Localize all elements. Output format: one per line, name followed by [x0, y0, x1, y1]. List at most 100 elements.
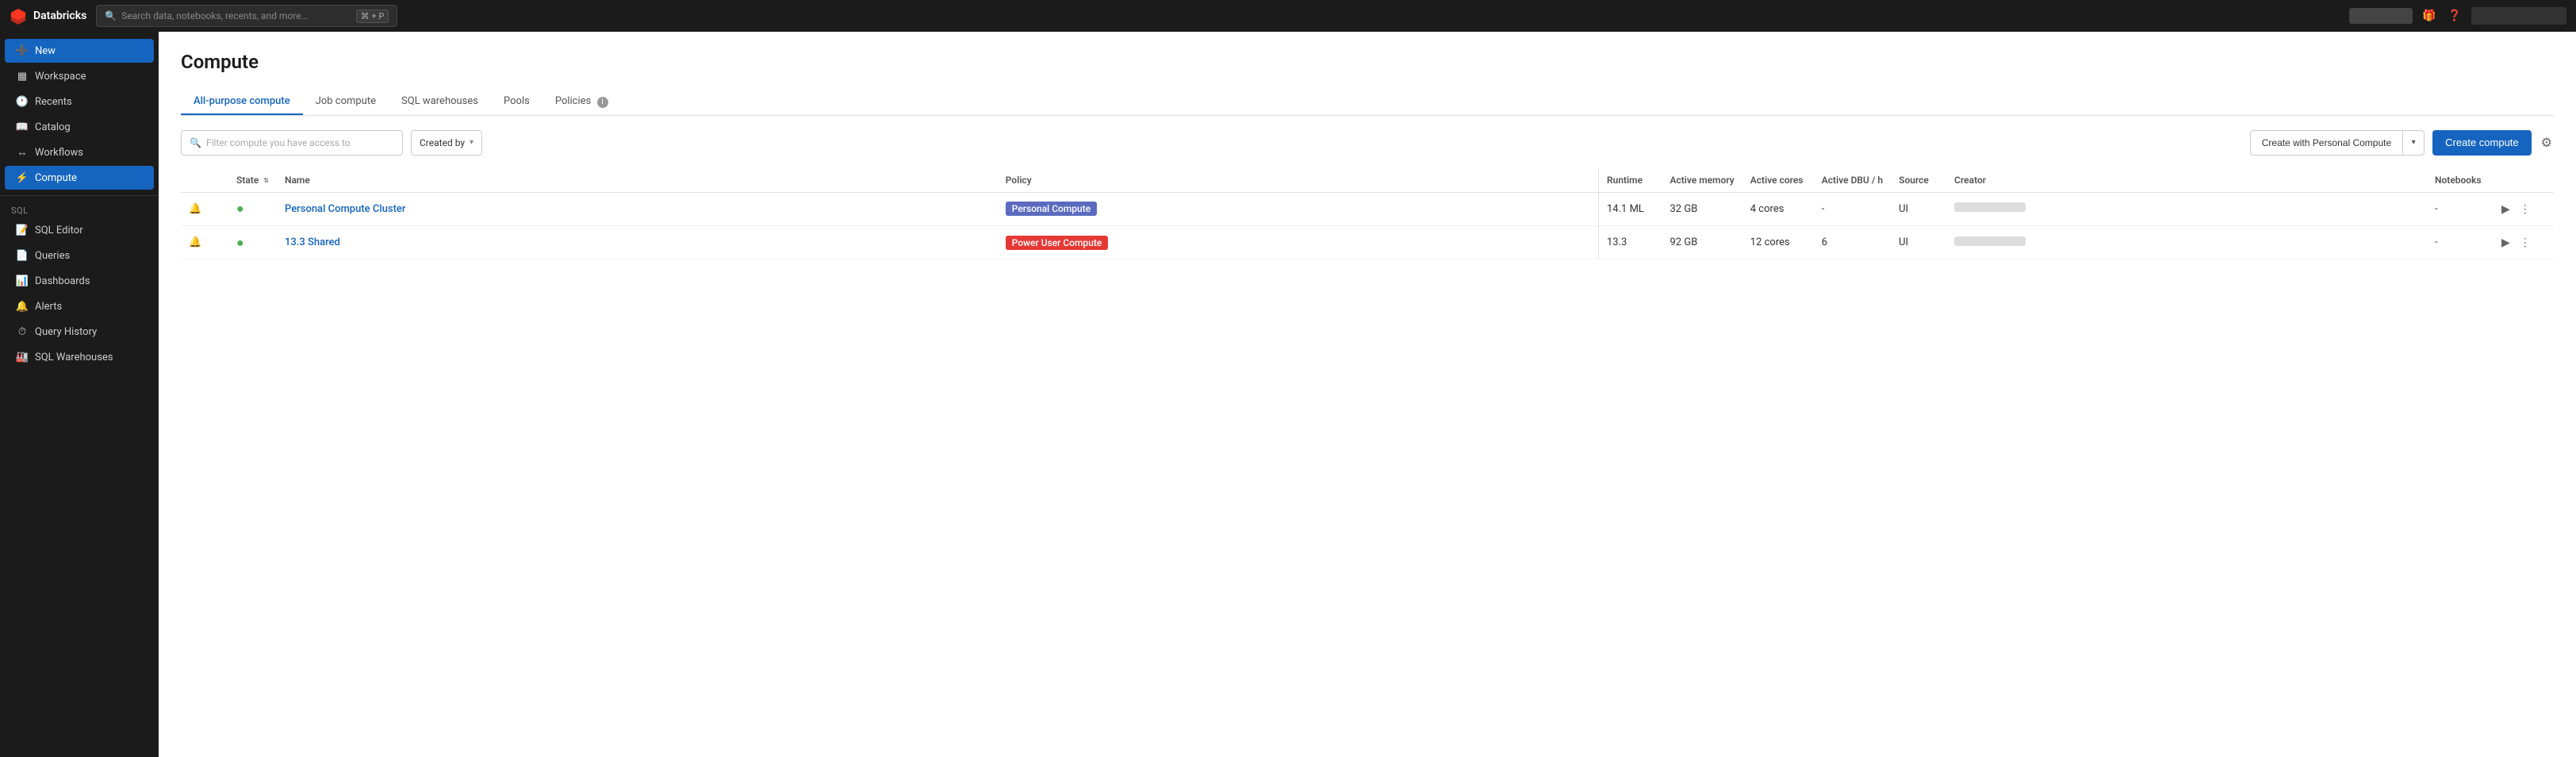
sidebar-item-query-history[interactable]: ⏱ Query History: [5, 320, 154, 344]
create-personal-split-arrow-button[interactable]: ▾: [2402, 130, 2425, 156]
filter-label: Created by: [420, 137, 465, 148]
row1-actions: ▶ ⋮: [2490, 193, 2554, 226]
sidebar-workspace-label: Workspace: [35, 71, 86, 83]
table-row: 🔔 ● 13.3 Shared Power User Compute 13.3 …: [181, 226, 2554, 259]
row1-notebooks: -: [2427, 192, 2490, 226]
table-body: 🔔 ● Personal Compute Cluster Personal Co…: [181, 192, 2554, 259]
compute-table: State ⇅ Name Policy Runtime Active memor…: [181, 168, 2554, 260]
policies-info-icon[interactable]: i: [597, 97, 608, 108]
col-cores-label: Active cores: [1750, 175, 1804, 186]
create-compute-button[interactable]: Create compute: [2432, 130, 2532, 156]
help-icon[interactable]: ❓: [2446, 7, 2463, 25]
state-running-icon: ●: [236, 201, 244, 216]
tab-all-purpose[interactable]: All-purpose compute: [181, 89, 303, 115]
create-with-personal-split-button: Create with Personal Compute ▾: [2250, 130, 2425, 156]
tab-policies[interactable]: Policies i: [542, 89, 621, 116]
workflows-icon: ↔: [16, 146, 29, 159]
row1-cores: 4 cores: [1742, 192, 1814, 226]
sidebar-compute-label: Compute: [35, 172, 77, 184]
split-arrow-icon: ▾: [2412, 138, 2416, 147]
tab-sql-warehouses[interactable]: SQL warehouses: [389, 89, 491, 115]
tab-pools[interactable]: Pools: [491, 89, 542, 115]
mute-icon: 🔔: [189, 203, 201, 215]
sidebar-queryhistory-label: Query History: [35, 326, 97, 338]
table-row: 🔔 ● Personal Compute Cluster Personal Co…: [181, 192, 2554, 226]
databricks-logo-icon: [10, 7, 27, 25]
row1-policy: Personal Compute: [998, 192, 1599, 226]
row2-start-button[interactable]: ▶: [2498, 234, 2513, 251]
row1-memory: 32 GB: [1662, 192, 1742, 226]
global-search[interactable]: 🔍 Search data, notebooks, recents, and m…: [96, 5, 397, 27]
tab-job-compute[interactable]: Job compute: [303, 89, 389, 115]
nav-right-area: 🎁 ❓: [2349, 7, 2566, 25]
created-by-dropdown[interactable]: Created by ▾: [411, 130, 482, 156]
tab-sql-warehouses-label: SQL warehouses: [401, 95, 478, 107]
col-header-source[interactable]: Source: [1891, 168, 1946, 193]
layout: ➕ New ▦ Workspace 🕐 Recents 📖 Catalog ↔ …: [0, 32, 2576, 757]
sidebar-item-queries[interactable]: 📄 Queries: [5, 244, 154, 267]
row2-name: 13.3 Shared: [277, 226, 998, 259]
sidebar-item-sql-editor[interactable]: 📝 SQL Editor: [5, 218, 154, 242]
col-header-actions: [2490, 168, 2554, 193]
row1-more-button[interactable]: ⋮: [2517, 201, 2534, 217]
row2-more-button[interactable]: ⋮: [2517, 234, 2534, 251]
compute-search-filter[interactable]: 🔍 Filter compute you have access to: [181, 130, 403, 156]
col-header-cores[interactable]: Active cores: [1742, 168, 1814, 193]
col-name-label: Name: [285, 175, 310, 186]
table-settings-gear-button[interactable]: ⚙: [2540, 133, 2554, 152]
col-header-policy[interactable]: Policy: [998, 168, 1599, 193]
sidebar-item-recents[interactable]: 🕐 Recents: [5, 90, 154, 113]
sidebar-divider: [0, 195, 159, 196]
sidebar-item-dashboards[interactable]: 📊 Dashboards: [5, 269, 154, 293]
tab-pools-label: Pools: [504, 95, 530, 107]
sidebar-item-sql-warehouses[interactable]: 🏭 SQL Warehouses: [5, 345, 154, 369]
row2-notebooks: -: [2427, 226, 2490, 259]
row2-creator-redacted: [1954, 236, 2026, 246]
col-header-memory[interactable]: Active memory: [1662, 168, 1742, 193]
filter-placeholder-text: Filter compute you have access to: [206, 137, 351, 148]
col-header-creator[interactable]: Creator: [1946, 168, 2427, 193]
sql-editor-icon: 📝: [16, 224, 29, 236]
sidebar-catalog-label: Catalog: [35, 121, 71, 133]
col-header-name[interactable]: Name: [277, 168, 998, 193]
compute-toolbar: 🔍 Filter compute you have access to Crea…: [181, 130, 2554, 156]
sidebar-item-catalog[interactable]: 📖 Catalog: [5, 115, 154, 139]
col-header-dbu[interactable]: Active DBU / h: [1814, 168, 1891, 193]
create-with-personal-compute-button[interactable]: Create with Personal Compute: [2250, 130, 2402, 156]
sidebar-item-workspace[interactable]: ▦ Workspace: [5, 64, 154, 88]
user-menu[interactable]: [2471, 7, 2566, 25]
row2-dbu: 6: [1814, 226, 1891, 259]
row1-creator-redacted: [1954, 202, 2026, 212]
col-notebooks-label: Notebooks: [2435, 175, 2482, 186]
col-runtime-label: Runtime: [1607, 175, 1643, 186]
col-memory-label: Active memory: [1670, 175, 1735, 186]
row2-cluster-link[interactable]: 13.3 Shared: [285, 236, 340, 248]
row1-start-button[interactable]: ▶: [2498, 201, 2513, 217]
sidebar-new-label: New: [35, 45, 56, 57]
col-header-notebooks[interactable]: Notebooks: [2427, 168, 2490, 193]
top-navigation: Databricks 🔍 Search data, notebooks, rec…: [0, 0, 2576, 32]
row1-cluster-link[interactable]: Personal Compute Cluster: [285, 203, 405, 215]
col-source-label: Source: [1899, 175, 1929, 186]
row1-state: ●: [228, 192, 277, 226]
tab-job-compute-label: Job compute: [316, 95, 376, 107]
row1-source: UI: [1891, 192, 1946, 226]
sidebar-item-new[interactable]: ➕ New: [5, 39, 154, 63]
search-placeholder-text: Search data, notebooks, recents, and mor…: [121, 10, 309, 21]
row2-state: ●: [228, 226, 277, 259]
sidebar-item-compute[interactable]: ⚡ Compute: [5, 166, 154, 190]
row2-memory: 92 GB: [1662, 226, 1742, 259]
catalog-icon: 📖: [16, 121, 29, 133]
row1-name: Personal Compute Cluster: [277, 192, 998, 226]
sidebar-item-alerts[interactable]: 🔔 Alerts: [5, 294, 154, 318]
state-running-icon-2: ●: [236, 235, 244, 250]
search-shortcut: ⌘ + P: [356, 10, 389, 23]
col-header-state[interactable]: State ⇅: [228, 168, 277, 193]
sidebar-workflows-label: Workflows: [35, 147, 83, 159]
search-icon: 🔍: [105, 10, 117, 21]
gift-icon[interactable]: 🎁: [2421, 7, 2438, 25]
workspace-icon: ▦: [16, 70, 29, 83]
col-header-runtime[interactable]: Runtime: [1599, 168, 1662, 193]
logo[interactable]: Databricks: [10, 7, 86, 25]
sidebar-item-workflows[interactable]: ↔ Workflows: [5, 140, 154, 164]
